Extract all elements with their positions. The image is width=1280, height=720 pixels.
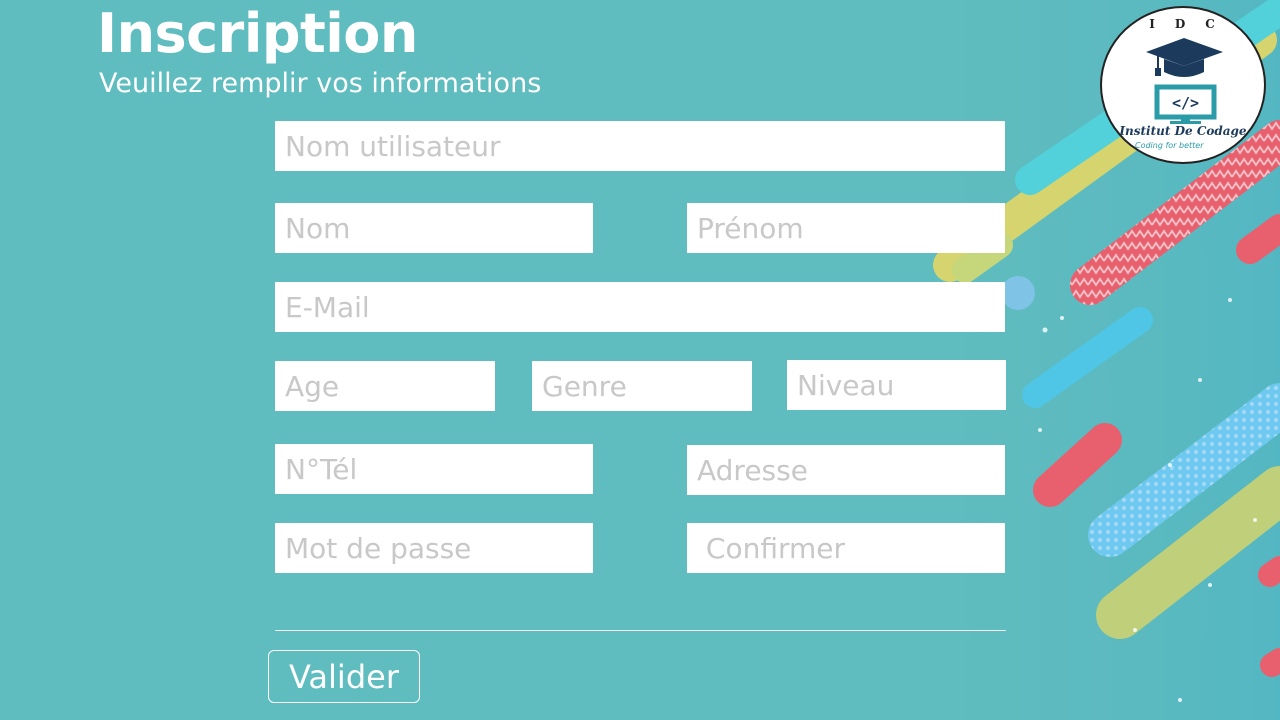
- username-input[interactable]: [275, 121, 1005, 171]
- email-input[interactable]: [275, 282, 1005, 332]
- password-input[interactable]: [275, 523, 593, 573]
- gender-input[interactable]: [532, 361, 752, 411]
- level-input[interactable]: [787, 360, 1006, 410]
- page-title: Inscription: [97, 2, 418, 65]
- form-divider: [275, 630, 1006, 631]
- logo-tagline: Coding for better: [1135, 141, 1204, 150]
- logo-initials: IDC: [1149, 17, 1235, 31]
- first-name-input[interactable]: [687, 203, 1005, 253]
- decorative-background: [900, 0, 1280, 720]
- institute-logo: </> IDC Institut De Codage Coding for be…: [1100, 6, 1266, 164]
- phone-input[interactable]: [275, 444, 593, 494]
- confirm-password-input[interactable]: [687, 523, 1005, 573]
- page-subtitle: Veuillez remplir vos informations: [99, 68, 542, 99]
- age-input[interactable]: [275, 361, 495, 411]
- last-name-input[interactable]: [275, 203, 593, 253]
- logo-name: Institut De Codage: [1119, 124, 1247, 138]
- address-input[interactable]: [687, 445, 1005, 495]
- submit-button[interactable]: Valider: [268, 650, 420, 703]
- svg-text:</>: </>: [1172, 94, 1199, 112]
